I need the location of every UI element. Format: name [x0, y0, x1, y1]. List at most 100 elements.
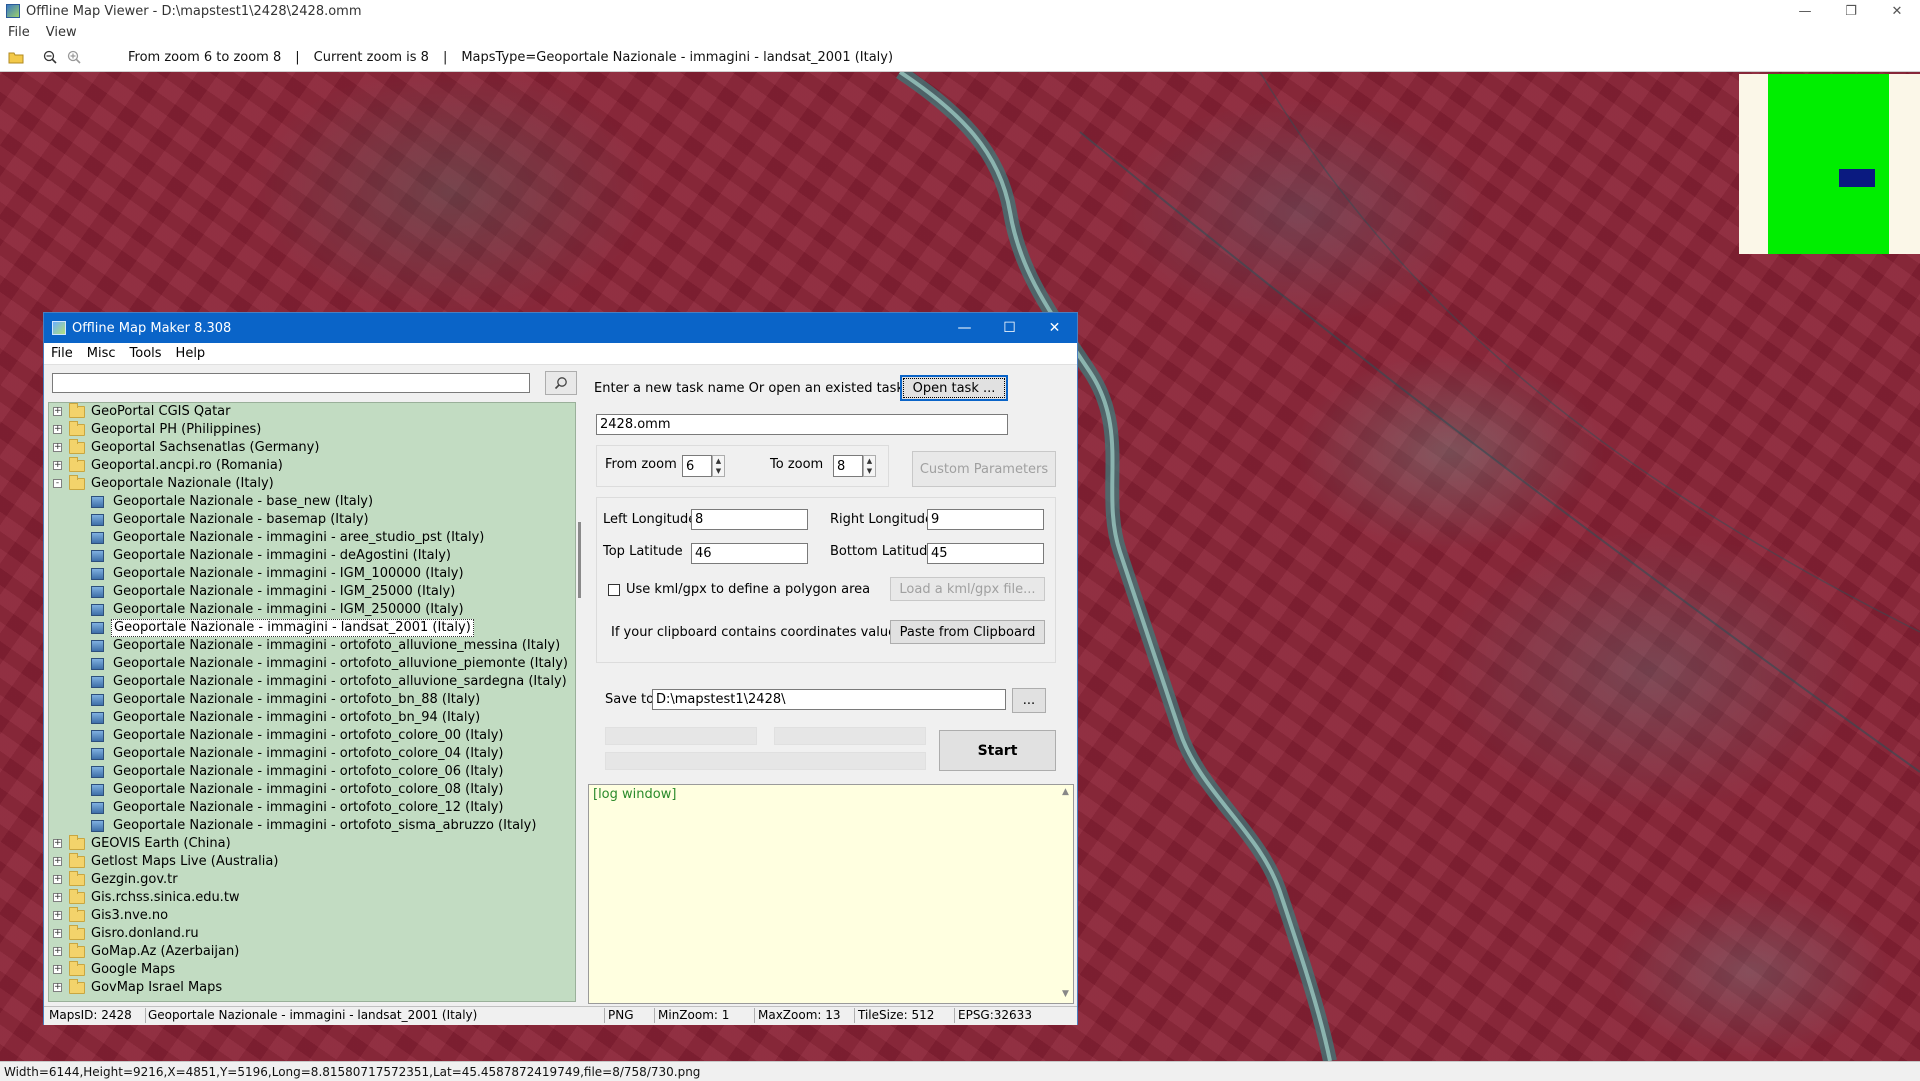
tree-map-item[interactable]: Geoportale Nazionale - immagini - ortofo… — [49, 781, 575, 799]
map-layer-icon — [91, 694, 104, 706]
paste-clipboard-button[interactable]: Paste from Clipboard — [890, 620, 1045, 644]
open-task-button[interactable]: Open task ... — [900, 375, 1008, 401]
close-icon[interactable]: ✕ — [1032, 313, 1077, 343]
maximize-icon[interactable]: ☐ — [987, 313, 1032, 343]
folder-icon — [69, 853, 85, 868]
zoom-in-icon[interactable] — [66, 49, 82, 65]
tree-item-label: Geoportale Nazionale - immagini - deAgos… — [113, 548, 451, 563]
close-icon[interactable]: ✕ — [1874, 0, 1920, 22]
minimize-icon[interactable]: — — [1782, 0, 1828, 22]
maker-menu-file[interactable]: File — [44, 346, 80, 361]
scroll-up-icon[interactable]: ▲ — [1062, 787, 1069, 797]
tree-folder-item[interactable]: + Gis3.nve.no — [49, 907, 575, 925]
maker-menu-tools[interactable]: Tools — [123, 346, 169, 361]
overview-minimap[interactable] — [1739, 74, 1920, 254]
expand-icon[interactable]: + — [53, 857, 62, 866]
open-folder-icon[interactable] — [8, 49, 24, 65]
expand-icon[interactable]: + — [53, 443, 62, 452]
task-settings-pane: Enter a new task name Or open an existed… — [588, 366, 1074, 1004]
expand-icon[interactable]: + — [53, 947, 62, 956]
tree-folder-item[interactable]: + Gisro.donland.ru — [49, 925, 575, 943]
task-name-input[interactable] — [596, 414, 1008, 435]
expand-icon[interactable]: + — [53, 911, 62, 920]
tree-folder-item[interactable]: + GovMap Israel Maps — [49, 979, 575, 997]
tree-folder-item[interactable]: - Geoportale Nazionale (Italy) — [49, 475, 575, 493]
tree-map-item[interactable]: Geoportale Nazionale - immagini - ortofo… — [49, 709, 575, 727]
expand-icon[interactable]: + — [53, 893, 62, 902]
expand-icon[interactable]: + — [53, 875, 62, 884]
from-zoom-stepper[interactable]: ▲ ▼ — [712, 455, 725, 477]
tree-map-item[interactable]: Geoportale Nazionale - immagini - ortofo… — [49, 817, 575, 835]
right-longitude-input[interactable] — [927, 509, 1044, 530]
tree-folder-item[interactable]: + Geoportal.ancpi.ro (Romania) — [49, 457, 575, 475]
collapse-icon[interactable]: - — [53, 479, 62, 488]
menu-view[interactable]: View — [38, 25, 85, 40]
tree-folder-item[interactable]: + GoMap.Az (Azerbaijan) — [49, 943, 575, 961]
expand-icon[interactable]: + — [53, 983, 62, 992]
expand-icon[interactable]: + — [53, 407, 62, 416]
zoom-out-icon[interactable] — [42, 49, 58, 65]
maker-menu-help[interactable]: Help — [169, 346, 213, 361]
tree-map-item[interactable]: Geoportale Nazionale - immagini - ortofo… — [49, 799, 575, 817]
tree-folder-item[interactable]: + Gezgin.gov.tr — [49, 871, 575, 889]
map-source-tree[interactable]: + GeoPortal CGIS Qatar + Geoportal PH (Phil… — [48, 402, 576, 1002]
log-scrollbar[interactable]: ▲ ▼ — [1059, 785, 1073, 1003]
tree-folder-item[interactable]: + GeoPortal CGIS Qatar — [49, 403, 575, 421]
tree-map-item[interactable]: Geoportale Nazionale - immagini - ortofo… — [49, 673, 575, 691]
tree-map-item[interactable]: Geoportale Nazionale - immagini - ortofo… — [49, 691, 575, 709]
search-input[interactable] — [52, 373, 530, 393]
from-zoom-input[interactable] — [682, 455, 712, 477]
to-zoom-stepper[interactable]: ▲ ▼ — [863, 455, 876, 477]
to-zoom-input[interactable] — [833, 455, 863, 477]
tree-map-item[interactable]: Geoportale Nazionale - immagini - aree_s… — [49, 529, 575, 547]
tree-folder-item[interactable]: + Google Maps — [49, 961, 575, 979]
tree-map-item[interactable]: Geoportale Nazionale - immagini - IGM_25… — [49, 601, 575, 619]
tree-map-item[interactable]: Geoportale Nazionale - immagini - ortofo… — [49, 763, 575, 781]
start-button[interactable]: Start — [939, 730, 1056, 771]
use-kml-checkbox[interactable] — [608, 584, 620, 596]
tree-folder-item[interactable]: + Geoportal Sachsenatlas (Germany) — [49, 439, 575, 457]
tree-item-label: Geoportale Nazionale - immagini - ortofo… — [113, 638, 561, 653]
tree-scrollbar-thumb[interactable] — [578, 522, 581, 598]
scroll-down-icon[interactable]: ▼ — [1062, 989, 1069, 999]
folder-icon — [69, 907, 85, 922]
expand-icon[interactable]: + — [53, 839, 62, 848]
tree-map-item[interactable]: Geoportale Nazionale - immagini - landsa… — [49, 619, 575, 637]
tree-map-item[interactable]: Geoportale Nazionale - base_new (Italy) — [49, 493, 575, 511]
search-button[interactable] — [545, 371, 577, 395]
tree-item-label: Geoportale Nazionale - immagini - landsa… — [111, 619, 474, 637]
tree-map-item[interactable]: Geoportale Nazionale - immagini - ortofo… — [49, 655, 575, 673]
expand-icon[interactable]: + — [53, 425, 62, 434]
maker-menu-misc[interactable]: Misc — [80, 346, 123, 361]
restore-icon[interactable]: ❐ — [1828, 0, 1874, 22]
tree-map-item[interactable]: Geoportale Nazionale - immagini - ortofo… — [49, 727, 575, 745]
tree-folder-item[interactable]: + GEOVIS Earth (China) — [49, 835, 575, 853]
tree-map-item[interactable]: Geoportale Nazionale - immagini - ortofo… — [49, 637, 575, 655]
expand-icon[interactable]: + — [53, 929, 62, 938]
save-path-input[interactable] — [652, 689, 1006, 710]
custom-parameters-button[interactable]: Custom Parameters — [912, 451, 1056, 487]
expand-icon[interactable]: + — [53, 965, 62, 974]
tree-map-item[interactable]: Geoportale Nazionale - immagini - deAgos… — [49, 547, 575, 565]
top-latitude-input[interactable] — [691, 543, 808, 564]
log-window[interactable]: [log window] ▲ ▼ — [588, 784, 1074, 1004]
minimize-icon[interactable]: — — [942, 313, 987, 343]
overview-viewport-marker[interactable] — [1839, 169, 1875, 187]
tree-map-item[interactable]: Geoportale Nazionale - immagini - IGM_25… — [49, 583, 575, 601]
expand-icon[interactable]: + — [53, 461, 62, 470]
tree-item-label: Geoportale Nazionale - immagini - ortofo… — [113, 710, 481, 725]
tree-scrollbar[interactable] — [578, 402, 584, 1002]
tree-item-label: GovMap Israel Maps — [91, 980, 223, 995]
bottom-latitude-input[interactable] — [927, 543, 1044, 564]
tree-item-label: GoMap.Az (Azerbaijan) — [91, 944, 240, 959]
menu-file[interactable]: File — [0, 25, 38, 40]
tree-map-item[interactable]: Geoportale Nazionale - basemap (Italy) — [49, 511, 575, 529]
tree-folder-item[interactable]: + Gis.rchss.sinica.edu.tw — [49, 889, 575, 907]
left-longitude-input[interactable] — [691, 509, 808, 530]
tree-folder-item[interactable]: + Geoportal PH (Philippines) — [49, 421, 575, 439]
load-kml-button[interactable]: Load a kml/gpx file... — [890, 577, 1045, 601]
tree-map-item[interactable]: Geoportale Nazionale - immagini - IGM_10… — [49, 565, 575, 583]
browse-button[interactable]: ... — [1012, 688, 1046, 713]
tree-map-item[interactable]: Geoportale Nazionale - immagini - ortofo… — [49, 745, 575, 763]
tree-folder-item[interactable]: + Getlost Maps Live (Australia) — [49, 853, 575, 871]
